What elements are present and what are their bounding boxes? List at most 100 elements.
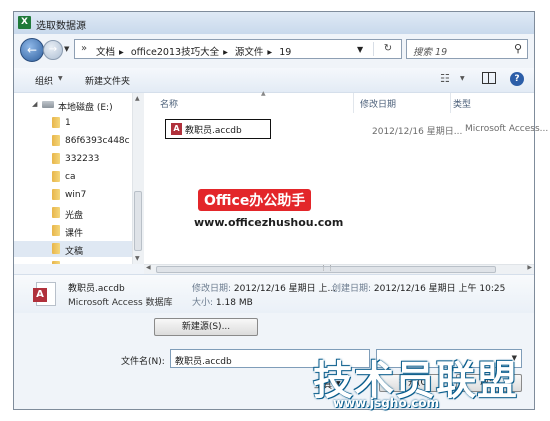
breadcrumb-separator-icon[interactable]: ▸: [119, 47, 124, 58]
file-name-cell[interactable]: A 教职员.accdb: [165, 119, 271, 139]
nav-item-label: 本地磁盘 (E:): [58, 103, 113, 113]
nav-item-label: win7: [65, 190, 87, 200]
nav-item-label: 332233: [65, 154, 100, 164]
column-header-label: 名称: [160, 100, 179, 110]
details-label: 修改日期:: [192, 284, 232, 294]
nav-item-label: 1: [65, 118, 71, 128]
folder-icon: [52, 135, 60, 146]
details-file-name: 教职员.accdb: [68, 284, 125, 294]
breadcrumb-separator-icon[interactable]: ▸: [223, 47, 228, 58]
forward-arrow-icon[interactable]: →: [43, 40, 63, 60]
folder-icon: [52, 225, 60, 236]
nav-item-folder[interactable]: 资料: [14, 259, 132, 264]
nav-item-label: 86f6393c448c: [65, 136, 130, 146]
nav-item-label: ca: [65, 172, 76, 182]
sort-caret-icon: ▲: [261, 90, 266, 97]
navigation-pane: ◢ 本地磁盘 (E:) 1 86f6393c448c 332233 ca win…: [14, 93, 132, 264]
column-header-date[interactable]: 修改日期: [358, 93, 451, 113]
office-watermark-url: www.officezhushou.com: [194, 216, 344, 229]
excel-icon: X: [18, 16, 31, 29]
preview-pane-icon[interactable]: [482, 72, 496, 84]
collapse-arrow-icon[interactable]: ◢: [32, 100, 37, 108]
scroll-left-icon[interactable]: ◀: [146, 264, 151, 271]
scroll-right-icon[interactable]: ▶: [527, 264, 532, 271]
file-list: 名称 ▲ 修改日期 类型 A 教职员.accdb 2012/12/16 星期日.…: [144, 90, 548, 264]
column-header-type[interactable]: 类型: [451, 93, 534, 113]
breadcrumb-item[interactable]: 文档: [96, 47, 115, 58]
address-dropdown-icon[interactable]: ▼: [357, 45, 363, 54]
office-watermark-badge: Office办公助手: [198, 189, 312, 211]
nav-item-label: 资料: [65, 262, 83, 264]
details-value: 2012/12/16 星期日 上...: [233, 284, 337, 294]
nav-item-folder[interactable]: win7: [14, 187, 132, 203]
column-header-name[interactable]: 名称 ▲: [158, 90, 354, 113]
column-header-label: 修改日期: [360, 100, 397, 110]
breadcrumb-item[interactable]: office2013技巧大全: [131, 47, 219, 58]
file-name: 教职员.accdb: [185, 126, 242, 136]
nav-item-folder[interactable]: ca: [14, 169, 132, 185]
file-type: Microsoft Access...: [465, 124, 549, 134]
details-created: 创建日期: 2012/12/16 星期日 上午 10:25: [332, 281, 505, 294]
access-file-icon: A: [171, 123, 182, 135]
folder-icon: [52, 153, 60, 164]
chevron-down-icon[interactable]: ▼: [460, 75, 465, 82]
search-icon[interactable]: ⚲: [514, 42, 522, 55]
nav-item-label: 课件: [65, 229, 84, 239]
address-bar[interactable]: » 文档 ▸ office2013技巧大全 ▸ 源文件 ▸ 19 ▼ ↻: [74, 39, 402, 59]
breadcrumb-item[interactable]: 源文件: [235, 47, 264, 58]
nav-item-folder[interactable]: 86f6393c448c: [14, 133, 132, 149]
folder-icon: [52, 171, 60, 182]
scroll-up-icon[interactable]: ▲: [135, 95, 140, 102]
nav-item-folder-selected[interactable]: 文稿: [14, 241, 132, 257]
folder-icon: [52, 189, 60, 200]
title-bar: X 选取数据源: [14, 12, 534, 34]
help-icon[interactable]: ?: [510, 72, 524, 86]
folder-icon: [52, 261, 60, 264]
chevron-down-icon[interactable]: ▼: [58, 75, 63, 82]
nav-item-label: 文稿: [65, 247, 84, 257]
recent-pages-dropdown-icon[interactable]: ▼: [64, 45, 69, 53]
scroll-grip-icon: ⋮⋮: [320, 264, 334, 272]
details-value: 2012/12/16 星期日 上午 10:25: [373, 284, 506, 294]
details-size: 大小: 1.18 MB: [192, 295, 253, 308]
details-pane: 教职员.accdb Microsoft Access 数据库 修改日期: 201…: [14, 274, 534, 313]
file-date: 2012/12/16 星期日...: [372, 127, 463, 137]
drive-icon: [42, 101, 54, 108]
address-row: ← → ▼ » 文档 ▸ office2013技巧大全 ▸ 源文件 ▸ 19 ▼ ↻ …: [14, 34, 534, 70]
table-row[interactable]: A 教职员.accdb 2012/12/16 星期日... Microsoft …: [158, 119, 548, 139]
search-placeholder: 搜索 19: [413, 47, 448, 58]
column-header-label: 类型: [453, 100, 472, 110]
breadcrumb: 文档 ▸ office2013技巧大全 ▸ 源文件 ▸ 19: [96, 44, 295, 58]
filename-value: 教职员.accdb: [175, 357, 232, 367]
nav-item-folder[interactable]: 332233: [14, 151, 132, 167]
nav-scrollbar[interactable]: ▲ ▼: [132, 93, 144, 264]
refresh-icon[interactable]: ↻: [373, 42, 402, 56]
nav-item-drive-e[interactable]: ◢ 本地磁盘 (E:): [14, 97, 132, 113]
breadcrumb-separator-icon[interactable]: ▸: [267, 47, 272, 58]
details-label: 创建日期:: [332, 284, 372, 294]
breadcrumb-item[interactable]: 19: [279, 47, 291, 58]
organize-button[interactable]: 组织: [35, 74, 53, 87]
view-options-icon[interactable]: ☷: [440, 72, 450, 85]
folder-icon: [52, 117, 60, 128]
new-source-button[interactable]: 新建源(S)...: [154, 318, 258, 336]
nav-item-folder[interactable]: 课件: [14, 223, 132, 239]
details-label: 大小:: [192, 298, 214, 308]
details-modified: 修改日期: 2012/12/16 星期日 上...: [192, 281, 336, 294]
scroll-down-icon[interactable]: ▼: [135, 255, 140, 262]
breadcrumb-overflow-icon[interactable]: »: [81, 43, 87, 54]
scroll-thumb[interactable]: [134, 191, 142, 251]
details-file-type: Microsoft Access 数据库: [68, 298, 173, 308]
command-bar: 组织 ▼ 新建文件夹 ☷ ▼ ?: [14, 68, 534, 93]
search-input[interactable]: 搜索 19 ⚲: [406, 39, 528, 59]
window-title: 选取数据源: [36, 21, 86, 32]
nav-item-label: 光盘: [65, 211, 84, 221]
details-value: 1.18 MB: [215, 298, 253, 308]
folder-icon: [52, 207, 60, 218]
filename-label: 文件名(N):: [121, 357, 165, 367]
folder-icon: [52, 243, 60, 254]
nav-item-folder[interactable]: 光盘: [14, 205, 132, 221]
new-folder-button[interactable]: 新建文件夹: [85, 74, 130, 87]
back-arrow-icon[interactable]: ←: [20, 38, 44, 62]
nav-item-folder[interactable]: 1: [14, 115, 132, 131]
